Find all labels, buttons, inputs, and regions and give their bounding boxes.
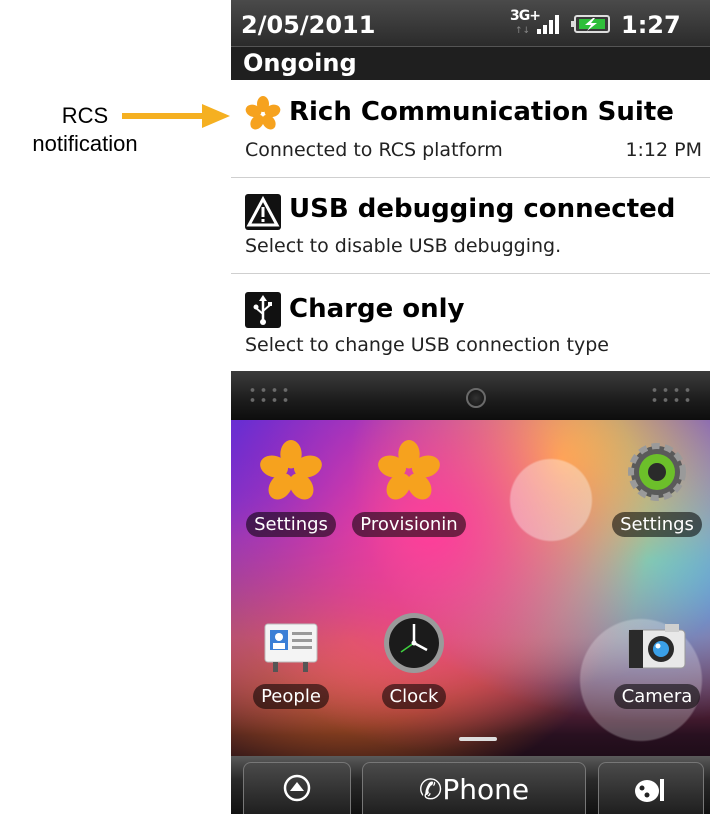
battery-icon [571, 15, 610, 33]
gear-icon [628, 443, 686, 501]
notification-drag-handle[interactable] [231, 371, 710, 420]
notification-title: Rich Communication Suite [289, 97, 674, 127]
grip-dots-right [649, 385, 695, 407]
app-settings-rcs[interactable]: Settings [231, 440, 351, 541]
contacts-icon [264, 623, 318, 672]
rcs-flower-icon [260, 440, 322, 500]
phone-icon: ✆ [418, 773, 443, 806]
status-date: 2/05/2011 [241, 11, 376, 39]
all-apps-button[interactable] [243, 762, 351, 814]
home-screen: Settings Provisionin Settings People Clo… [231, 420, 710, 814]
data-activity-icon: ↑↓ [515, 26, 531, 36]
app-provisioning[interactable]: Provisionin [349, 440, 469, 541]
warning-icon [245, 194, 281, 230]
app-camera[interactable]: Camera [597, 616, 710, 713]
app-clock[interactable]: Clock [354, 610, 474, 713]
phone-button[interactable]: ✆Phone [362, 762, 586, 814]
handle-knob-icon [466, 388, 486, 408]
notification-charge-only[interactable]: Charge only Select to change USB connect… [231, 274, 710, 371]
rcs-flower-icon [378, 440, 440, 500]
notification-rcs[interactable]: Rich Communication Suite Connected to RC… [231, 80, 710, 176]
chevron-up-icon [283, 774, 311, 802]
app-label: Camera [613, 684, 701, 709]
ongoing-header: Ongoing [231, 46, 710, 81]
notification-usb-debugging[interactable]: USB debugging connected Select to disabl… [231, 178, 710, 273]
status-bar: 2/05/2011 3G+ ↑↓ 1:27 PM [231, 0, 710, 65]
notification-title: USB debugging connected [289, 194, 676, 224]
grip-dots-left [247, 385, 293, 407]
notification-subtitle: Connected to RCS platform [245, 139, 503, 161]
signal-icon [537, 15, 559, 34]
phone-screen: 2/05/2011 3G+ ↑↓ 1:27 PM Ongoing [231, 0, 710, 814]
notification-subtitle: Select to change USB connection type [245, 334, 609, 356]
app-settings[interactable]: Settings [597, 440, 710, 541]
personalize-button[interactable] [598, 762, 704, 814]
notification-subtitle: Select to disable USB debugging. [245, 235, 562, 257]
phone-button-label: ✆Phone [418, 773, 530, 806]
rcs-flower-icon [245, 96, 281, 130]
clock-icon [384, 613, 444, 673]
dock-indicator [459, 737, 497, 741]
personalize-icon [635, 779, 664, 802]
ongoing-label: Ongoing [243, 49, 357, 77]
app-label: People [253, 684, 329, 709]
app-label: Settings [612, 512, 702, 537]
app-label: Provisionin [352, 512, 466, 537]
dock: ✆Phone [231, 756, 710, 814]
camera-icon [628, 624, 686, 669]
annotation-arrow-icon [122, 104, 230, 128]
app-label: Clock [381, 684, 447, 709]
app-label: Settings [246, 512, 336, 537]
annotation-label-line2: notification [32, 131, 138, 156]
notification-time: 1:12 PM [625, 139, 702, 161]
app-people[interactable]: People [231, 616, 351, 713]
notification-title: Charge only [289, 294, 465, 324]
network-type: 3G+ [510, 8, 541, 24]
usb-icon [245, 292, 281, 328]
